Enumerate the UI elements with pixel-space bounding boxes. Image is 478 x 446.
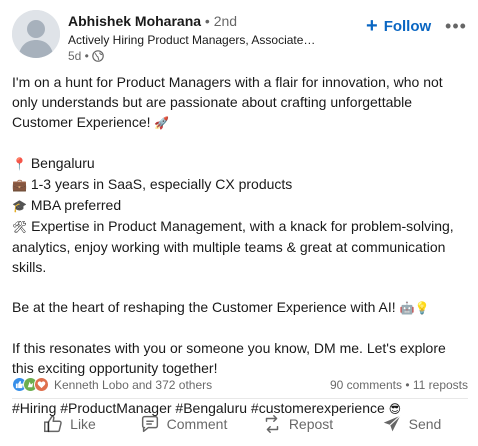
social-counts: Kenneth Lobo and 372 others 90 comments … xyxy=(12,376,468,394)
post-meta: 5d • xyxy=(68,49,358,63)
avatar[interactable] xyxy=(12,10,60,58)
divider xyxy=(12,398,468,399)
like-label: Like xyxy=(70,416,96,432)
reaction-icons[interactable] xyxy=(12,377,49,392)
item-text: 1-3 years in SaaS, especially CX product… xyxy=(26,176,293,192)
list-item: 📍 Bengaluru xyxy=(12,153,470,174)
heart-text: Be at the heart of reshaping the Custome… xyxy=(12,299,400,315)
tools-emoji: 🛠 xyxy=(12,220,28,234)
plus-icon: + xyxy=(366,15,378,37)
post-time: 5d • xyxy=(68,49,89,63)
repost-icon xyxy=(265,415,279,433)
list-item: 💼 1-3 years in SaaS, especially CX produ… xyxy=(12,174,470,195)
comment-icon xyxy=(141,415,158,433)
pin-emoji: 📍 xyxy=(12,157,27,171)
intro-text: I'm on a hunt for Product Managers with … xyxy=(12,74,443,130)
author-name[interactable]: Abhishek Moharana xyxy=(68,13,201,29)
connection-degree: • 2nd xyxy=(204,13,238,29)
list-item: 🛠 Expertise in Product Management, with … xyxy=(12,216,470,277)
post-intro: I'm on a hunt for Product Managers with … xyxy=(12,72,470,133)
comment-label: Comment xyxy=(166,416,228,432)
reactions-summary[interactable]: Kenneth Lobo and 372 others xyxy=(54,378,212,392)
graduation-cap-emoji: 🎓 xyxy=(12,199,27,213)
item-text: Expertise in Product Management, with a … xyxy=(12,218,454,275)
person-icon xyxy=(12,10,60,58)
love-reaction-icon xyxy=(34,377,49,392)
thumbs-up-icon xyxy=(44,415,62,433)
robot-bulb-emoji: 🤖💡 xyxy=(399,301,430,315)
post-cta: If this resonates with you or someone yo… xyxy=(12,340,446,376)
action-bar: Like Comment Repost Send xyxy=(12,402,468,446)
author-headline[interactable]: Actively Hiring Product Managers, Associ… xyxy=(68,32,358,48)
post-header: Abhishek Moharana • 2nd Actively Hiring … xyxy=(12,10,468,66)
list-item: 🎓 MBA preferred xyxy=(12,195,470,216)
globe-icon xyxy=(92,50,104,62)
send-icon xyxy=(383,415,401,432)
like-button[interactable]: Like xyxy=(12,402,126,446)
follow-button[interactable]: + Follow xyxy=(358,12,439,40)
send-button[interactable]: Send xyxy=(354,402,468,446)
send-label: Send xyxy=(408,416,442,432)
actor-info: Abhishek Moharana • 2nd Actively Hiring … xyxy=(68,12,358,63)
item-text: Bengaluru xyxy=(26,155,95,171)
briefcase-emoji: 💼 xyxy=(12,178,27,192)
comments-reposts-count[interactable]: 90 comments • 11 reposts xyxy=(330,378,468,392)
more-options-icon[interactable]: ••• xyxy=(444,14,468,38)
item-text: MBA preferred xyxy=(26,197,122,213)
rocket-emoji: 🚀 xyxy=(154,116,170,130)
post-body: I'm on a hunt for Product Managers with … xyxy=(12,72,470,419)
repost-button[interactable]: Repost xyxy=(240,402,354,446)
repost-label: Repost xyxy=(288,416,334,432)
follow-label: Follow xyxy=(383,17,432,35)
post-heart: Be at the heart of reshaping the Custome… xyxy=(12,297,470,318)
comment-button[interactable]: Comment xyxy=(126,402,240,446)
name-line: Abhishek Moharana • 2nd xyxy=(68,12,358,30)
